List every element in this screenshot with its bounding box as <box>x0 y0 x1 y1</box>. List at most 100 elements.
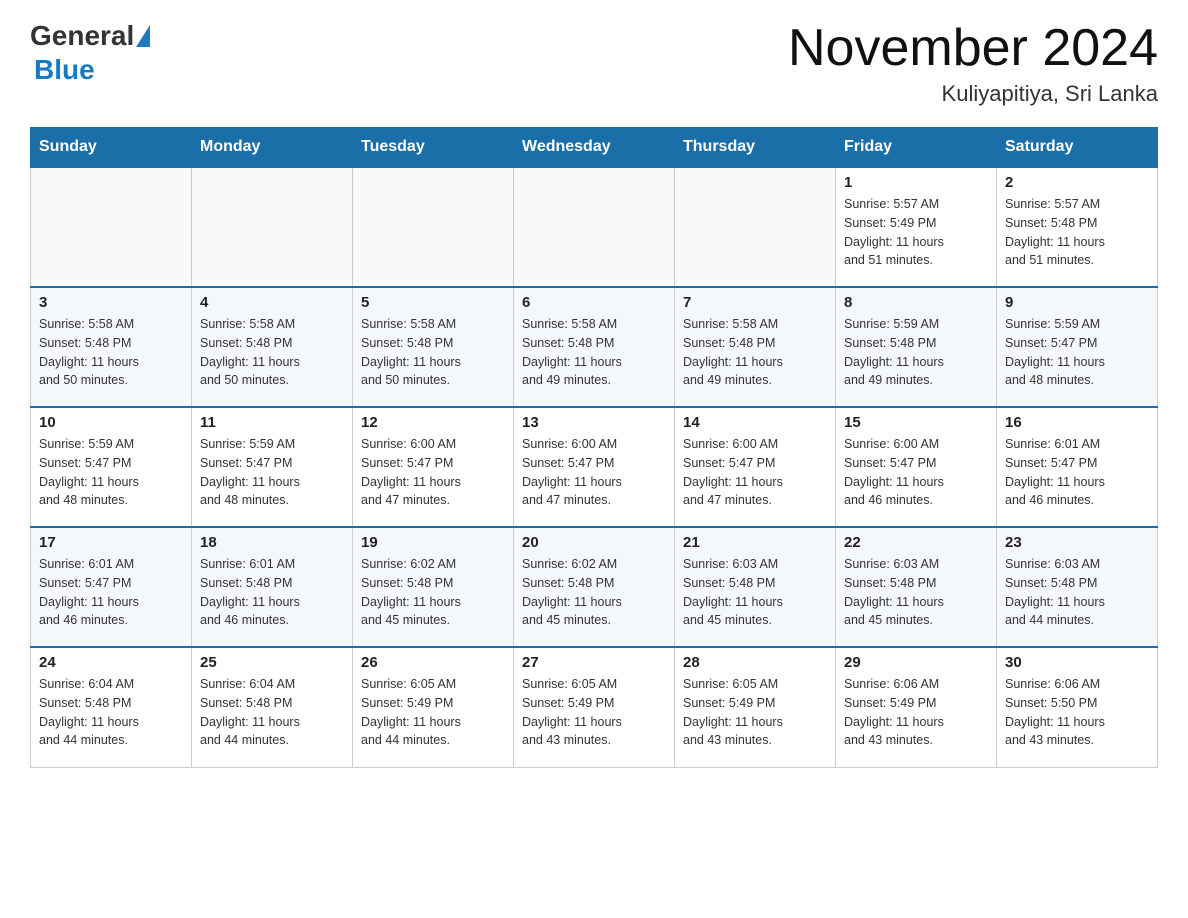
day-cell: 3 Sunrise: 5:58 AM Sunset: 5:48 PM Daylig… <box>31 287 192 407</box>
day-cell: 9 Sunrise: 5:59 AM Sunset: 5:47 PM Daylig… <box>997 287 1158 407</box>
calendar-table: SundayMondayTuesdayWednesdayThursdayFrid… <box>30 127 1158 768</box>
day-info: Sunrise: 6:06 AM Sunset: 5:49 PM Dayligh… <box>844 675 988 750</box>
week-row-1: 1 Sunrise: 5:57 AM Sunset: 5:49 PM Daylig… <box>31 167 1158 287</box>
day-number: 14 <box>683 414 827 431</box>
day-info: Sunrise: 5:59 AM Sunset: 5:48 PM Dayligh… <box>844 315 988 390</box>
day-number: 4 <box>200 294 344 311</box>
day-info: Sunrise: 5:59 AM Sunset: 5:47 PM Dayligh… <box>200 435 344 510</box>
day-info: Sunrise: 6:03 AM Sunset: 5:48 PM Dayligh… <box>844 555 988 630</box>
day-number: 10 <box>39 414 183 431</box>
day-info: Sunrise: 6:03 AM Sunset: 5:48 PM Dayligh… <box>1005 555 1149 630</box>
day-info: Sunrise: 5:58 AM Sunset: 5:48 PM Dayligh… <box>200 315 344 390</box>
day-number: 27 <box>522 654 666 671</box>
day-cell: 14 Sunrise: 6:00 AM Sunset: 5:47 PM Dayli… <box>675 407 836 527</box>
day-cell <box>514 167 675 287</box>
day-number: 2 <box>1005 174 1149 191</box>
day-cell: 7Sunrise: 5:58 AM Sunset: 5:48 PM Daylig… <box>675 287 836 407</box>
day-number: 23 <box>1005 534 1149 551</box>
day-cell: 18 Sunrise: 6:01 AM Sunset: 5:48 PM Dayli… <box>192 527 353 647</box>
day-number: 21 <box>683 534 827 551</box>
day-cell: 20Sunrise: 6:02 AM Sunset: 5:48 PM Dayli… <box>514 527 675 647</box>
title-section: November 2024 Kuliyapitiya, Sri Lanka <box>788 20 1158 107</box>
day-number: 5 <box>361 294 505 311</box>
day-cell: 21Sunrise: 6:03 AM Sunset: 5:48 PM Dayli… <box>675 527 836 647</box>
day-number: 24 <box>39 654 183 671</box>
day-cell: 17Sunrise: 6:01 AM Sunset: 5:47 PM Dayli… <box>31 527 192 647</box>
day-info: Sunrise: 6:05 AM Sunset: 5:49 PM Dayligh… <box>361 675 505 750</box>
day-cell: 19 Sunrise: 6:02 AM Sunset: 5:48 PM Dayli… <box>353 527 514 647</box>
day-info: Sunrise: 5:59 AM Sunset: 5:47 PM Dayligh… <box>39 435 183 510</box>
day-number: 15 <box>844 414 988 431</box>
header-cell-friday: Friday <box>836 128 997 168</box>
subtitle: Kuliyapitiya, Sri Lanka <box>788 81 1158 107</box>
day-number: 29 <box>844 654 988 671</box>
day-info: Sunrise: 6:04 AM Sunset: 5:48 PM Dayligh… <box>200 675 344 750</box>
day-cell <box>192 167 353 287</box>
day-cell: 22 Sunrise: 6:03 AM Sunset: 5:48 PM Dayli… <box>836 527 997 647</box>
day-cell: 29 Sunrise: 6:06 AM Sunset: 5:49 PM Dayli… <box>836 647 997 767</box>
day-number: 28 <box>683 654 827 671</box>
day-info: Sunrise: 6:05 AM Sunset: 5:49 PM Dayligh… <box>683 675 827 750</box>
day-cell: 5 Sunrise: 5:58 AM Sunset: 5:48 PM Daylig… <box>353 287 514 407</box>
logo-general: General <box>30 20 134 52</box>
day-cell: 11 Sunrise: 5:59 AM Sunset: 5:47 PM Dayli… <box>192 407 353 527</box>
day-info: Sunrise: 5:58 AM Sunset: 5:48 PM Dayligh… <box>39 315 183 390</box>
day-number: 13 <box>522 414 666 431</box>
day-info: Sunrise: 6:04 AM Sunset: 5:48 PM Dayligh… <box>39 675 183 750</box>
day-cell <box>31 167 192 287</box>
day-number: 3 <box>39 294 183 311</box>
page-header: General Blue November 2024 Kuliyapitiya,… <box>30 20 1158 107</box>
header-cell-thursday: Thursday <box>675 128 836 168</box>
day-number: 19 <box>361 534 505 551</box>
header-cell-monday: Monday <box>192 128 353 168</box>
week-row-3: 10 Sunrise: 5:59 AM Sunset: 5:47 PM Dayli… <box>31 407 1158 527</box>
day-info: Sunrise: 6:02 AM Sunset: 5:48 PM Dayligh… <box>361 555 505 630</box>
day-info: Sunrise: 5:59 AM Sunset: 5:47 PM Dayligh… <box>1005 315 1149 390</box>
day-cell: 6 Sunrise: 5:58 AM Sunset: 5:48 PM Daylig… <box>514 287 675 407</box>
day-number: 1 <box>844 174 988 191</box>
header-row: SundayMondayTuesdayWednesdayThursdayFrid… <box>31 128 1158 168</box>
day-cell: 8 Sunrise: 5:59 AM Sunset: 5:48 PM Daylig… <box>836 287 997 407</box>
day-number: 22 <box>844 534 988 551</box>
day-cell: 13 Sunrise: 6:00 AM Sunset: 5:47 PM Dayli… <box>514 407 675 527</box>
logo-blue: Blue <box>30 54 95 86</box>
day-number: 11 <box>200 414 344 431</box>
day-number: 8 <box>844 294 988 311</box>
logo: General Blue <box>30 20 152 86</box>
day-cell: 25 Sunrise: 6:04 AM Sunset: 5:48 PM Dayli… <box>192 647 353 767</box>
day-info: Sunrise: 6:00 AM Sunset: 5:47 PM Dayligh… <box>522 435 666 510</box>
day-cell: 10 Sunrise: 5:59 AM Sunset: 5:47 PM Dayli… <box>31 407 192 527</box>
day-cell: 15 Sunrise: 6:00 AM Sunset: 5:47 PM Dayli… <box>836 407 997 527</box>
day-info: Sunrise: 5:58 AM Sunset: 5:48 PM Dayligh… <box>522 315 666 390</box>
day-number: 9 <box>1005 294 1149 311</box>
day-info: Sunrise: 5:58 AM Sunset: 5:48 PM Dayligh… <box>361 315 505 390</box>
day-cell: 16Sunrise: 6:01 AM Sunset: 5:47 PM Dayli… <box>997 407 1158 527</box>
week-row-2: 3 Sunrise: 5:58 AM Sunset: 5:48 PM Daylig… <box>31 287 1158 407</box>
header-cell-wednesday: Wednesday <box>514 128 675 168</box>
main-title: November 2024 <box>788 20 1158 77</box>
header-cell-saturday: Saturday <box>997 128 1158 168</box>
day-info: Sunrise: 6:01 AM Sunset: 5:48 PM Dayligh… <box>200 555 344 630</box>
day-cell: 30Sunrise: 6:06 AM Sunset: 5:50 PM Dayli… <box>997 647 1158 767</box>
day-cell: 12Sunrise: 6:00 AM Sunset: 5:47 PM Dayli… <box>353 407 514 527</box>
day-info: Sunrise: 6:00 AM Sunset: 5:47 PM Dayligh… <box>683 435 827 510</box>
week-row-5: 24 Sunrise: 6:04 AM Sunset: 5:48 PM Dayli… <box>31 647 1158 767</box>
day-cell <box>353 167 514 287</box>
day-cell: 23 Sunrise: 6:03 AM Sunset: 5:48 PM Dayli… <box>997 527 1158 647</box>
day-info: Sunrise: 6:00 AM Sunset: 5:47 PM Dayligh… <box>844 435 988 510</box>
day-info: Sunrise: 6:05 AM Sunset: 5:49 PM Dayligh… <box>522 675 666 750</box>
day-info: Sunrise: 5:57 AM Sunset: 5:48 PM Dayligh… <box>1005 195 1149 270</box>
logo-triangle-icon <box>136 25 150 47</box>
day-cell: 4 Sunrise: 5:58 AM Sunset: 5:48 PM Daylig… <box>192 287 353 407</box>
day-cell: 28 Sunrise: 6:05 AM Sunset: 5:49 PM Dayli… <box>675 647 836 767</box>
header-cell-tuesday: Tuesday <box>353 128 514 168</box>
header-cell-sunday: Sunday <box>31 128 192 168</box>
day-number: 25 <box>200 654 344 671</box>
logo-text: General <box>30 20 152 52</box>
day-number: 20 <box>522 534 666 551</box>
calendar-body: 1 Sunrise: 5:57 AM Sunset: 5:49 PM Daylig… <box>31 167 1158 767</box>
day-number: 6 <box>522 294 666 311</box>
day-number: 18 <box>200 534 344 551</box>
day-cell: 1 Sunrise: 5:57 AM Sunset: 5:49 PM Daylig… <box>836 167 997 287</box>
day-info: Sunrise: 5:57 AM Sunset: 5:49 PM Dayligh… <box>844 195 988 270</box>
